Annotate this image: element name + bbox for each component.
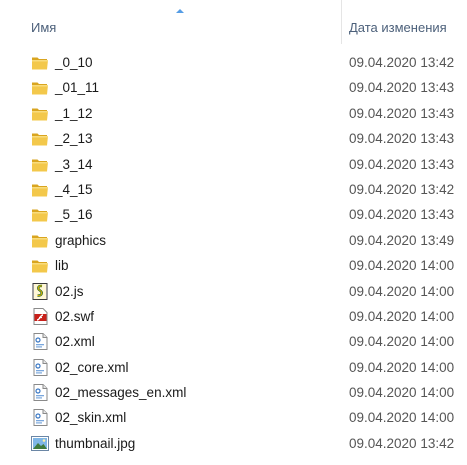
file-row[interactable]: 02.xml 09.04.2020 14:00 (0, 329, 467, 354)
column-header-bar: Имя Дата изменения (0, 0, 467, 44)
file-name: _2_13 (55, 131, 93, 147)
file-date-modified: 09.04.2020 14:00 (349, 258, 455, 274)
file-row[interactable]: thumbnail.jpg 09.04.2020 13:42 (0, 431, 467, 456)
file-name: _5_16 (55, 207, 93, 223)
column-header-name[interactable]: Имя (31, 20, 56, 35)
column-divider[interactable] (341, 0, 342, 44)
file-name: 02_core.xml (55, 359, 129, 375)
file-date-modified: 09.04.2020 14:00 (349, 334, 455, 350)
file-name: graphics (55, 232, 107, 248)
folder-icon (31, 257, 49, 274)
file-date-modified: 09.04.2020 13:43 (349, 207, 455, 223)
folder-icon (31, 130, 49, 147)
image-file-icon (31, 435, 49, 452)
folder-icon (31, 181, 49, 198)
file-row[interactable]: 02_messages_en.xml 09.04.2020 14:00 (0, 380, 467, 405)
file-name: 02.js (55, 283, 84, 299)
folder-icon (31, 206, 49, 223)
file-name: 02.swf (55, 308, 95, 324)
file-row[interactable]: 02_skin.xml 09.04.2020 14:00 (0, 405, 467, 430)
file-date-modified: 09.04.2020 13:43 (349, 80, 455, 96)
column-header-date-modified[interactable]: Дата изменения (349, 20, 447, 35)
file-list: _0_10 09.04.2020 13:42 _01_11 09.04.2020 1… (0, 50, 467, 456)
file-row[interactable]: 02_core.xml 09.04.2020 14:00 (0, 355, 467, 380)
folder-icon (31, 79, 49, 96)
file-row[interactable]: lib 09.04.2020 14:00 (0, 253, 467, 278)
file-row[interactable]: 02.swf 09.04.2020 14:00 (0, 304, 467, 329)
folder-icon (31, 54, 49, 71)
file-date-modified: 09.04.2020 14:00 (349, 308, 455, 324)
file-date-modified: 09.04.2020 13:43 (349, 156, 455, 172)
xml-file-icon (31, 333, 49, 351)
xml-file-icon (31, 409, 49, 427)
file-date-modified: 09.04.2020 13:42 (349, 181, 455, 197)
folder-icon (31, 156, 49, 173)
file-row[interactable]: _01_11 09.04.2020 13:43 (0, 75, 467, 100)
file-date-modified: 09.04.2020 13:42 (349, 435, 455, 451)
file-name: lib (55, 258, 69, 274)
file-name: _4_15 (55, 181, 93, 197)
file-row[interactable]: _1_12 09.04.2020 13:43 (0, 101, 467, 126)
file-name: 02_messages_en.xml (55, 385, 187, 401)
file-row[interactable]: _0_10 09.04.2020 13:42 (0, 50, 467, 75)
file-row[interactable]: _3_14 09.04.2020 13:43 (0, 152, 467, 177)
file-date-modified: 09.04.2020 13:49 (349, 232, 455, 248)
file-date-modified: 09.04.2020 14:00 (349, 359, 455, 375)
file-row[interactable]: _4_15 09.04.2020 13:42 (0, 177, 467, 202)
file-row[interactable]: 02.js 09.04.2020 14:00 (0, 279, 467, 304)
file-name: 02.xml (55, 334, 95, 350)
folder-icon (31, 105, 49, 122)
file-row[interactable]: _2_13 09.04.2020 13:43 (0, 126, 467, 151)
file-date-modified: 09.04.2020 14:00 (349, 410, 455, 426)
file-row[interactable]: graphics 09.04.2020 13:49 (0, 228, 467, 253)
file-name: thumbnail.jpg (55, 435, 136, 451)
file-name: _0_10 (55, 55, 93, 70)
file-date-modified: 09.04.2020 13:43 (349, 105, 455, 121)
folder-icon (31, 232, 49, 249)
file-date-modified: 09.04.2020 13:42 (349, 55, 455, 70)
js-script-icon (31, 282, 49, 300)
file-name: _1_12 (55, 105, 93, 121)
file-row[interactable]: _5_16 09.04.2020 13:43 (0, 202, 467, 227)
swf-file-icon (31, 307, 49, 325)
file-date-modified: 09.04.2020 14:00 (349, 385, 455, 401)
file-date-modified: 09.04.2020 14:00 (349, 283, 455, 299)
file-date-modified: 09.04.2020 13:43 (349, 131, 455, 147)
file-name: _01_11 (55, 80, 100, 96)
sort-ascending-icon[interactable] (176, 9, 184, 13)
file-name: _3_14 (55, 156, 93, 172)
xml-file-icon (31, 358, 49, 376)
xml-file-icon (31, 384, 49, 402)
file-name: 02_skin.xml (55, 410, 127, 426)
